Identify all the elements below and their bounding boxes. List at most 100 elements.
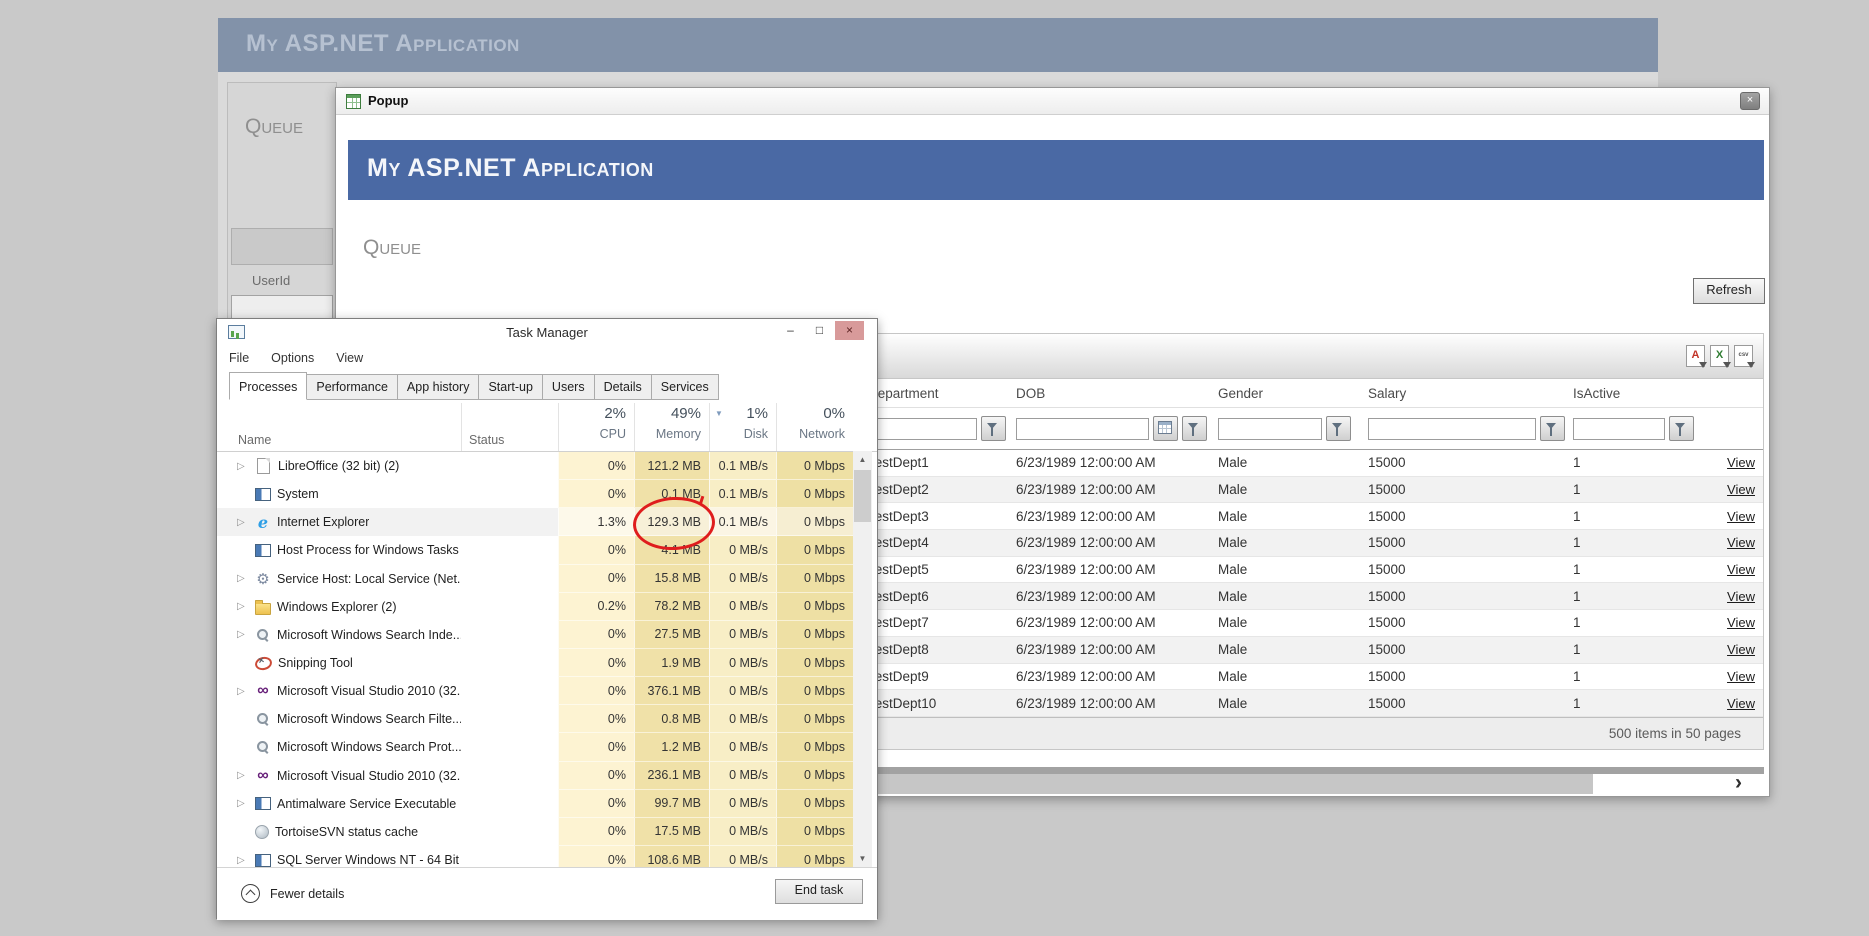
excel-export-icon[interactable]: X	[1710, 345, 1731, 368]
expander-icon[interactable]: ▷	[237, 573, 249, 584]
tm-menu-view[interactable]: View	[336, 351, 363, 365]
process-name-cell: ▷ LibreOffice (32 bit) (2)	[217, 452, 461, 480]
process-row[interactable]: ▷ ∞ Microsoft Visual Studio 2010 (32... 0% 2…	[217, 761, 853, 790]
process-row[interactable]: ▷ SQL Server Windows NT - 64 Bit 0% 108.6 M…	[217, 845, 853, 868]
filter-input-is_active[interactable]	[1573, 417, 1665, 440]
grid-col-header-salary[interactable]: Salary	[1362, 386, 1567, 401]
col-header-memory[interactable]: Memory	[634, 427, 701, 441]
process-row[interactable]: Snipping Tool 0%1.9 MB0 MB/s0 Mbps	[217, 648, 853, 678]
col-header-name[interactable]: Name	[238, 433, 271, 447]
col-header-cpu[interactable]: CPU	[558, 427, 626, 441]
col-header-network[interactable]: Network	[776, 427, 845, 441]
process-row[interactable]: ▷ ⚙ Service Host: Local Service (Net... 0% 1…	[217, 564, 853, 593]
view-link[interactable]: View	[1727, 509, 1755, 524]
process-memory-value: 108.6 MB	[634, 845, 709, 868]
expander-icon[interactable]: ▷	[237, 770, 249, 781]
cell-is_active: 1	[1573, 508, 1581, 524]
process-row[interactable]: ▷ Microsoft Windows Search Inde... 0% 27.5 …	[217, 620, 853, 649]
scroll-down-icon[interactable]: ▼	[853, 850, 872, 867]
csv-export-icon[interactable]: csv	[1734, 345, 1755, 368]
grid-col-header-dob[interactable]: DOB	[1010, 386, 1212, 401]
tm-tab-start-up[interactable]: Start-up	[478, 374, 543, 400]
tm-tab-performance[interactable]: Performance	[306, 374, 398, 400]
cell-gender: Male	[1218, 668, 1248, 684]
process-row[interactable]: Microsoft Windows Search Filte... 0% 0.8 M…	[217, 705, 853, 734]
process-status	[461, 705, 558, 733]
expander-icon[interactable]: ▷	[237, 686, 249, 697]
filter-button-is_active[interactable]	[1669, 416, 1694, 441]
tm-tab-details[interactable]: Details	[593, 374, 652, 400]
filter-input-gender[interactable]	[1218, 417, 1322, 440]
process-row[interactable]: ▷ Windows Explorer (2) 0.2% 78.2 MB 0 MB/s 0 …	[217, 592, 853, 621]
process-network-value: 0 Mbps	[776, 648, 853, 678]
close-icon[interactable]: ×	[835, 321, 864, 340]
vscroll-thumb[interactable]	[854, 470, 871, 522]
expander-icon[interactable]: ▷	[237, 629, 249, 640]
maximize-icon[interactable]: □	[805, 321, 834, 340]
process-memory-value: 0.8 MB	[634, 705, 709, 734]
col-header-disk[interactable]: Disk	[709, 427, 768, 441]
tm-tab-services[interactable]: Services	[650, 374, 719, 400]
tm-menu-options[interactable]: Options	[271, 351, 314, 365]
filter-input-department[interactable]	[868, 417, 977, 440]
tm-menu-file[interactable]: File	[229, 351, 249, 365]
cell-action: View	[1702, 589, 1763, 604]
tm-process-list: ▷ LibreOffice (32 bit) (2) 0% 121.2 MB 0.1 M…	[217, 452, 853, 868]
minimize-icon[interactable]: –	[776, 321, 805, 340]
pdf-export-icon[interactable]: A	[1686, 345, 1707, 368]
process-row[interactable]: System 0% 0.1 MB 0.1 MB/s 0 Mbps	[217, 480, 853, 509]
view-link[interactable]: View	[1727, 562, 1755, 577]
process-row[interactable]: ▷ e Internet Explorer 1.3% 129.3 MB 0.1 MB/s 0…	[217, 508, 853, 537]
grid-col-header-gender[interactable]: Gender	[1212, 386, 1362, 401]
expander-icon[interactable]: ▷	[237, 461, 249, 472]
filter-input-salary[interactable]	[1368, 417, 1536, 440]
grid-col-header-department[interactable]: Department	[862, 386, 1010, 401]
process-row[interactable]: ▷ ∞ Microsoft Visual Studio 2010 (32... 0% 3…	[217, 677, 853, 706]
process-row[interactable]: TortoiseSVN status cache 0% 17.5 MB 0 MB/s 0…	[217, 817, 853, 846]
process-row[interactable]: ▷ LibreOffice (32 bit) (2) 0% 121.2 MB 0.1 M…	[217, 452, 853, 481]
calendar-icon	[1158, 421, 1172, 434]
view-link[interactable]: View	[1727, 535, 1755, 550]
filter-input-dob[interactable]	[1016, 417, 1149, 440]
fewer-details-toggle[interactable]: Fewer details	[241, 884, 344, 903]
expander-icon[interactable]: ▷	[237, 855, 249, 866]
process-status	[461, 565, 558, 593]
process-network-value: 0 Mbps	[776, 733, 853, 762]
process-network-value: 0 Mbps	[776, 620, 853, 649]
view-link[interactable]: View	[1727, 455, 1755, 470]
process-row[interactable]: Microsoft Windows Search Prot... 0% 1.2 MB…	[217, 733, 853, 762]
view-link[interactable]: View	[1727, 615, 1755, 630]
process-row[interactable]: ▷ Antimalware Service Executable 0% 99.7 MB…	[217, 789, 853, 818]
process-row[interactable]: Host Process for Windows Tasks 0% 4.1 MB 0 …	[217, 536, 853, 565]
vertical-scrollbar[interactable]: ▲ ▼	[853, 451, 872, 867]
network-total: 0%	[823, 405, 845, 422]
filter-button-gender[interactable]	[1326, 416, 1351, 441]
cell-salary: 15000	[1368, 615, 1406, 631]
scroll-up-icon[interactable]: ▲	[853, 451, 872, 468]
tm-tab-app-history[interactable]: App history	[396, 374, 480, 400]
popup-close-button[interactable]: ×	[1740, 92, 1760, 110]
process-name-cell: ▷ SQL Server Windows NT - 64 Bit	[217, 846, 461, 868]
view-link[interactable]: View	[1727, 642, 1755, 657]
expander-icon[interactable]: ▷	[237, 798, 249, 809]
tm-tab-processes[interactable]: Processes	[229, 372, 308, 400]
view-link[interactable]: View	[1727, 669, 1755, 684]
date-picker-button[interactable]	[1153, 416, 1178, 441]
expander-icon[interactable]: ▷	[237, 517, 249, 528]
view-link[interactable]: View	[1727, 696, 1755, 711]
col-header-status[interactable]: Status	[469, 433, 504, 447]
view-link[interactable]: View	[1727, 589, 1755, 604]
filter-button-dob[interactable]	[1182, 416, 1207, 441]
tm-tab-users[interactable]: Users	[541, 374, 595, 400]
task-manager-window: Task Manager – □ × File Options View Proce…	[216, 318, 878, 920]
refresh-button[interactable]: Refresh	[1693, 278, 1765, 304]
column-separator	[461, 403, 462, 451]
filter-button-salary[interactable]	[1540, 416, 1565, 441]
view-link[interactable]: View	[1727, 482, 1755, 497]
filter-button-department[interactable]	[981, 416, 1006, 441]
grid-col-header-is_active[interactable]: IsActive	[1567, 386, 1702, 401]
expander-icon[interactable]: ▷	[237, 601, 249, 612]
scroll-right-icon[interactable]: ›	[1735, 771, 1742, 795]
end-task-button[interactable]: End task	[775, 879, 863, 904]
process-name: Service Host: Local Service (Net...	[277, 571, 461, 586]
